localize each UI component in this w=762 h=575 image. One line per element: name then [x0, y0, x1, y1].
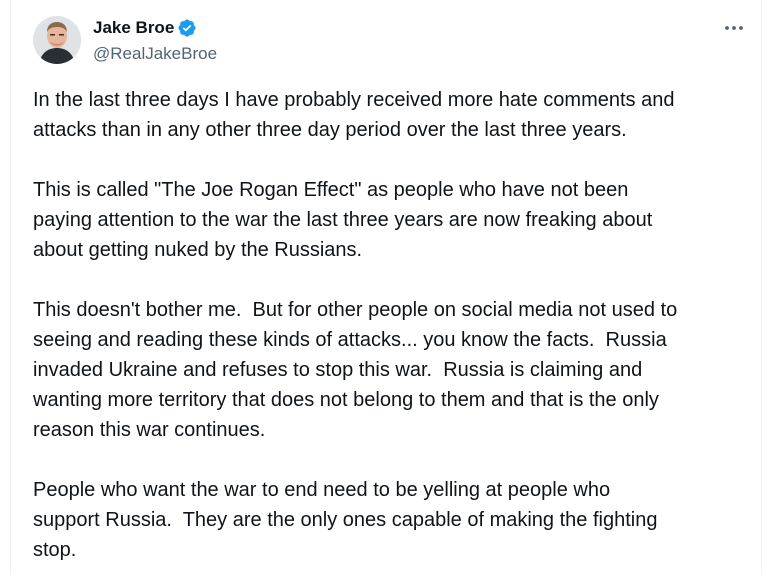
verified-badge-icon: [177, 18, 197, 38]
author-block: Jake Broe @RealJakeBroe: [93, 17, 217, 65]
more-options-icon: [725, 26, 743, 30]
user-handle[interactable]: @RealJakeBroe: [93, 43, 217, 65]
tweet-text: In the last three days I have probably r…: [33, 85, 745, 575]
more-options-button[interactable]: [719, 16, 749, 40]
tweet-paragraph: This is called "The Joe Rogan Effect" as…: [33, 179, 653, 261]
name-row: Jake Broe: [93, 17, 217, 39]
tweet-paragraph: In the last three days I have probably r…: [33, 89, 675, 141]
tweet-header: Jake Broe @RealJakeBroe: [11, 0, 761, 80]
tweet-card: Jake Broe @RealJakeBroe In the last thre…: [10, 0, 762, 575]
avatar[interactable]: [33, 16, 81, 64]
display-name[interactable]: Jake Broe: [93, 17, 174, 39]
avatar-image: [33, 16, 81, 64]
tweet-paragraph: This doesn't bother me. But for other pe…: [33, 299, 678, 441]
tweet-paragraph: People who want the war to end need to b…: [33, 479, 658, 561]
